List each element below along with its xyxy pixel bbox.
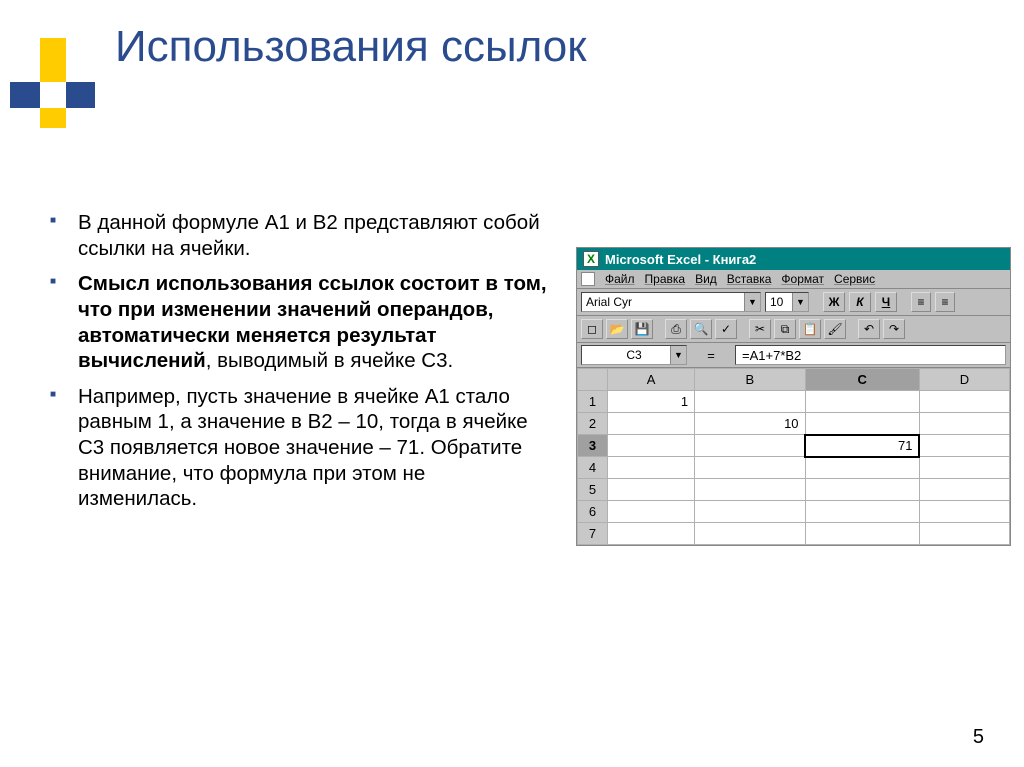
- cell-B7[interactable]: [695, 523, 805, 545]
- row-header-1[interactable]: 1: [578, 391, 608, 413]
- cell-B4[interactable]: [695, 457, 805, 479]
- row-header-6[interactable]: 6: [578, 501, 608, 523]
- cell-A2[interactable]: [608, 413, 695, 435]
- cell-D3[interactable]: [919, 435, 1009, 457]
- bullet-1: В данной формуле A1 и B2 представляют со…: [50, 210, 550, 261]
- font-name-value: Arial Cyr: [586, 295, 632, 309]
- formula-input[interactable]: =A1+7*B2: [735, 345, 1006, 365]
- excel-window: X Microsoft Excel - Книга2 Файл Правка В…: [576, 247, 1011, 546]
- align-left-button[interactable]: ≡: [911, 292, 931, 312]
- document-icon: [581, 272, 595, 286]
- cell-C7[interactable]: [805, 523, 919, 545]
- row-header-4[interactable]: 4: [578, 457, 608, 479]
- formula-text: =A1+7*B2: [742, 348, 801, 363]
- select-all-corner[interactable]: [578, 369, 608, 391]
- formula-bar: C3 ▼ = =A1+7*B2: [577, 343, 1010, 368]
- menu-edit[interactable]: Правка: [645, 272, 686, 286]
- cell-D6[interactable]: [919, 501, 1009, 523]
- cut-icon[interactable]: ✂: [749, 319, 771, 339]
- cell-D2[interactable]: [919, 413, 1009, 435]
- spell-icon[interactable]: ✓: [715, 319, 737, 339]
- excel-titlebar[interactable]: X Microsoft Excel - Книга2: [577, 248, 1010, 270]
- cell-A7[interactable]: [608, 523, 695, 545]
- bullet-3: Например, пусть значение в ячейке A1 ста…: [50, 384, 550, 512]
- bullet-2-tail: , выводимый в ячейке C3.: [206, 349, 453, 372]
- cell-C2[interactable]: [805, 413, 919, 435]
- col-header-D[interactable]: D: [919, 369, 1009, 391]
- bold-button[interactable]: Ж: [823, 292, 845, 312]
- font-size-value: 10: [770, 295, 783, 309]
- cell-B2[interactable]: 10: [695, 413, 805, 435]
- font-name-dropdown[interactable]: Arial Cyr ▼: [581, 292, 761, 312]
- slide-decoration: [10, 38, 110, 138]
- menu-format[interactable]: Формат: [781, 272, 824, 286]
- cell-D4[interactable]: [919, 457, 1009, 479]
- copy-icon[interactable]: ⧉: [774, 319, 796, 339]
- redo-icon[interactable]: ↷: [883, 319, 905, 339]
- save-icon[interactable]: 💾: [631, 319, 653, 339]
- bullet-2: Смысл использования ссылок состоит в том…: [50, 271, 550, 374]
- dropdown-arrow-icon: ▼: [670, 346, 686, 364]
- spreadsheet-grid[interactable]: A B C D 1 1 2 10: [577, 368, 1010, 545]
- menu-file[interactable]: Файл: [605, 272, 635, 286]
- align-center-button[interactable]: ≡: [935, 292, 955, 312]
- bullet-list: В данной формуле A1 и B2 представляют со…: [50, 210, 550, 522]
- cell-B5[interactable]: [695, 479, 805, 501]
- menu-insert[interactable]: Вставка: [727, 272, 772, 286]
- cell-A4[interactable]: [608, 457, 695, 479]
- row-header-5[interactable]: 5: [578, 479, 608, 501]
- cell-C3[interactable]: 71: [805, 435, 919, 457]
- cell-C1[interactable]: [805, 391, 919, 413]
- equals-label: =: [691, 348, 731, 363]
- dropdown-arrow-icon: ▼: [744, 293, 760, 311]
- open-icon[interactable]: 📂: [606, 319, 628, 339]
- underline-button[interactable]: Ч: [875, 292, 897, 312]
- dropdown-arrow-icon: ▼: [792, 293, 808, 311]
- col-header-C[interactable]: C: [805, 369, 919, 391]
- col-header-A[interactable]: A: [608, 369, 695, 391]
- format-painter-icon[interactable]: 🖌: [824, 319, 846, 339]
- cell-B3[interactable]: [695, 435, 805, 457]
- cell-B6[interactable]: [695, 501, 805, 523]
- page-number: 5: [973, 726, 984, 749]
- slide-title: Использования ссылок: [115, 22, 587, 72]
- font-toolbar: Arial Cyr ▼ 10 ▼ Ж К Ч ≡ ≡: [577, 289, 1010, 316]
- menu-bar: Файл Правка Вид Вставка Формат Сервис: [577, 270, 1010, 289]
- menu-tools[interactable]: Сервис: [834, 272, 875, 286]
- cell-D7[interactable]: [919, 523, 1009, 545]
- cell-C4[interactable]: [805, 457, 919, 479]
- italic-button[interactable]: К: [849, 292, 871, 312]
- cell-A1[interactable]: 1: [608, 391, 695, 413]
- excel-window-title: Microsoft Excel - Книга2: [605, 252, 756, 267]
- standard-toolbar: ◻ 📂 💾 ⎙ 🔍 ✓ ✂ ⧉ 📋 🖌 ↶ ↷: [577, 316, 1010, 343]
- cell-C5[interactable]: [805, 479, 919, 501]
- row-header-3[interactable]: 3: [578, 435, 608, 457]
- cell-A5[interactable]: [608, 479, 695, 501]
- row-header-7[interactable]: 7: [578, 523, 608, 545]
- undo-icon[interactable]: ↶: [858, 319, 880, 339]
- cell-A3[interactable]: [608, 435, 695, 457]
- cell-C6[interactable]: [805, 501, 919, 523]
- menu-view[interactable]: Вид: [695, 272, 717, 286]
- name-box-value: C3: [626, 348, 641, 362]
- new-icon[interactable]: ◻: [581, 319, 603, 339]
- cell-A6[interactable]: [608, 501, 695, 523]
- preview-icon[interactable]: 🔍: [690, 319, 712, 339]
- row-header-2[interactable]: 2: [578, 413, 608, 435]
- excel-app-icon: X: [583, 251, 599, 267]
- cell-D1[interactable]: [919, 391, 1009, 413]
- name-box[interactable]: C3 ▼: [581, 345, 687, 365]
- col-header-B[interactable]: B: [695, 369, 805, 391]
- print-icon[interactable]: ⎙: [665, 319, 687, 339]
- font-size-dropdown[interactable]: 10 ▼: [765, 292, 809, 312]
- cell-B1[interactable]: [695, 391, 805, 413]
- cell-D5[interactable]: [919, 479, 1009, 501]
- paste-icon[interactable]: 📋: [799, 319, 821, 339]
